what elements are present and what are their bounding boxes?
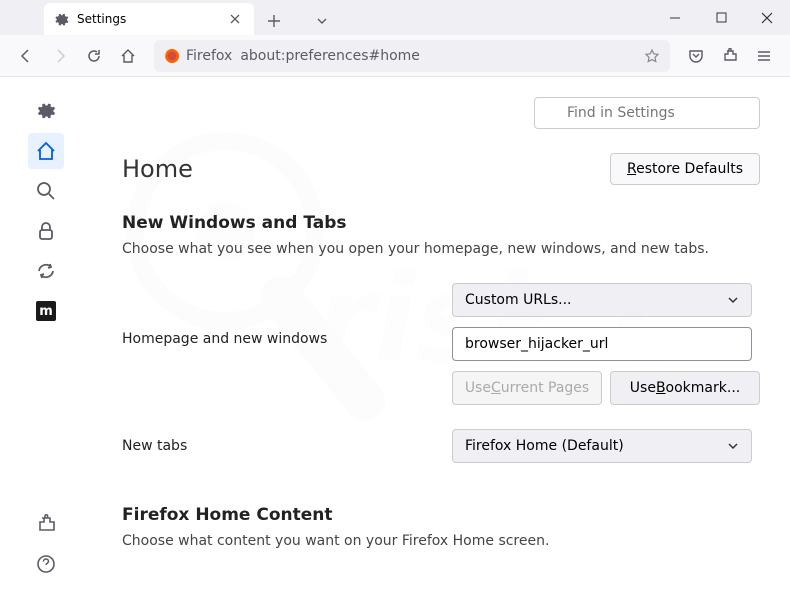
newtabs-label: New tabs (122, 438, 432, 454)
close-icon[interactable] (226, 10, 244, 28)
add-tab-button[interactable] (260, 7, 288, 35)
bookmark-star-icon[interactable] (644, 48, 660, 64)
forward-button[interactable] (44, 40, 76, 72)
sidebar-item-more[interactable]: m (28, 293, 64, 329)
section-heading-home-content: Firefox Home Content (122, 505, 760, 525)
sidebar-item-sync[interactable] (28, 253, 64, 289)
section-desc-home-content: Choose what content you want on your Fir… (122, 533, 760, 549)
homepage-url-input[interactable] (452, 327, 752, 361)
tab-bar: Settings (0, 0, 790, 35)
pocket-button[interactable] (680, 40, 712, 72)
reload-button[interactable] (78, 40, 110, 72)
restore-defaults-button[interactable]: Restore Defaults (610, 153, 760, 185)
tab-title: Settings (77, 12, 218, 26)
maximize-button[interactable] (698, 0, 744, 35)
url-bar[interactable]: Firefox about:preferences#home (154, 40, 670, 72)
close-window-button[interactable] (744, 0, 790, 35)
sidebar-item-search[interactable] (28, 173, 64, 209)
url-text: about:preferences#home (240, 48, 636, 64)
settings-main: Home Restore Defaults New Windows and Ta… (92, 77, 790, 602)
window-controls (652, 0, 790, 35)
sidebar-item-home[interactable] (28, 133, 64, 169)
home-button[interactable] (112, 40, 144, 72)
newtabs-value: Firefox Home (Default) (465, 438, 624, 454)
firefox-logo-icon (164, 48, 180, 64)
homepage-label: Homepage and new windows (122, 283, 432, 347)
site-identity[interactable]: Firefox (164, 48, 232, 64)
newtabs-select[interactable]: Firefox Home (Default) (452, 429, 752, 463)
sidebar-item-general[interactable] (28, 93, 64, 129)
identity-label: Firefox (186, 48, 232, 64)
chevron-down-icon (727, 294, 739, 306)
settings-sidebar: m (0, 77, 92, 602)
chevron-down-icon (727, 440, 739, 452)
menu-button[interactable] (748, 40, 780, 72)
homepage-mode-value: Custom URLs... (465, 292, 572, 308)
m-icon: m (36, 301, 56, 321)
back-button[interactable] (10, 40, 42, 72)
find-in-settings-input[interactable] (534, 97, 760, 129)
use-bookmark-button[interactable]: Use Bookmark... (610, 371, 760, 405)
sidebar-item-privacy[interactable] (28, 213, 64, 249)
sidebar-item-extensions[interactable] (28, 506, 64, 542)
section-heading-windows-tabs: New Windows and Tabs (122, 213, 760, 233)
toolbar: Firefox about:preferences#home (0, 35, 790, 77)
tab-active[interactable]: Settings (44, 3, 254, 35)
homepage-mode-select[interactable]: Custom URLs... (452, 283, 752, 317)
minimize-button[interactable] (652, 0, 698, 35)
page-title: Home (122, 155, 193, 183)
use-current-pages-button[interactable]: Use Current Pages (452, 371, 602, 405)
sidebar-item-help[interactable] (28, 546, 64, 582)
tabs-dropdown-button[interactable] (308, 7, 336, 35)
extensions-button[interactable] (714, 40, 746, 72)
gear-icon (54, 12, 69, 27)
section-desc-windows-tabs: Choose what you see when you open your h… (122, 241, 760, 257)
